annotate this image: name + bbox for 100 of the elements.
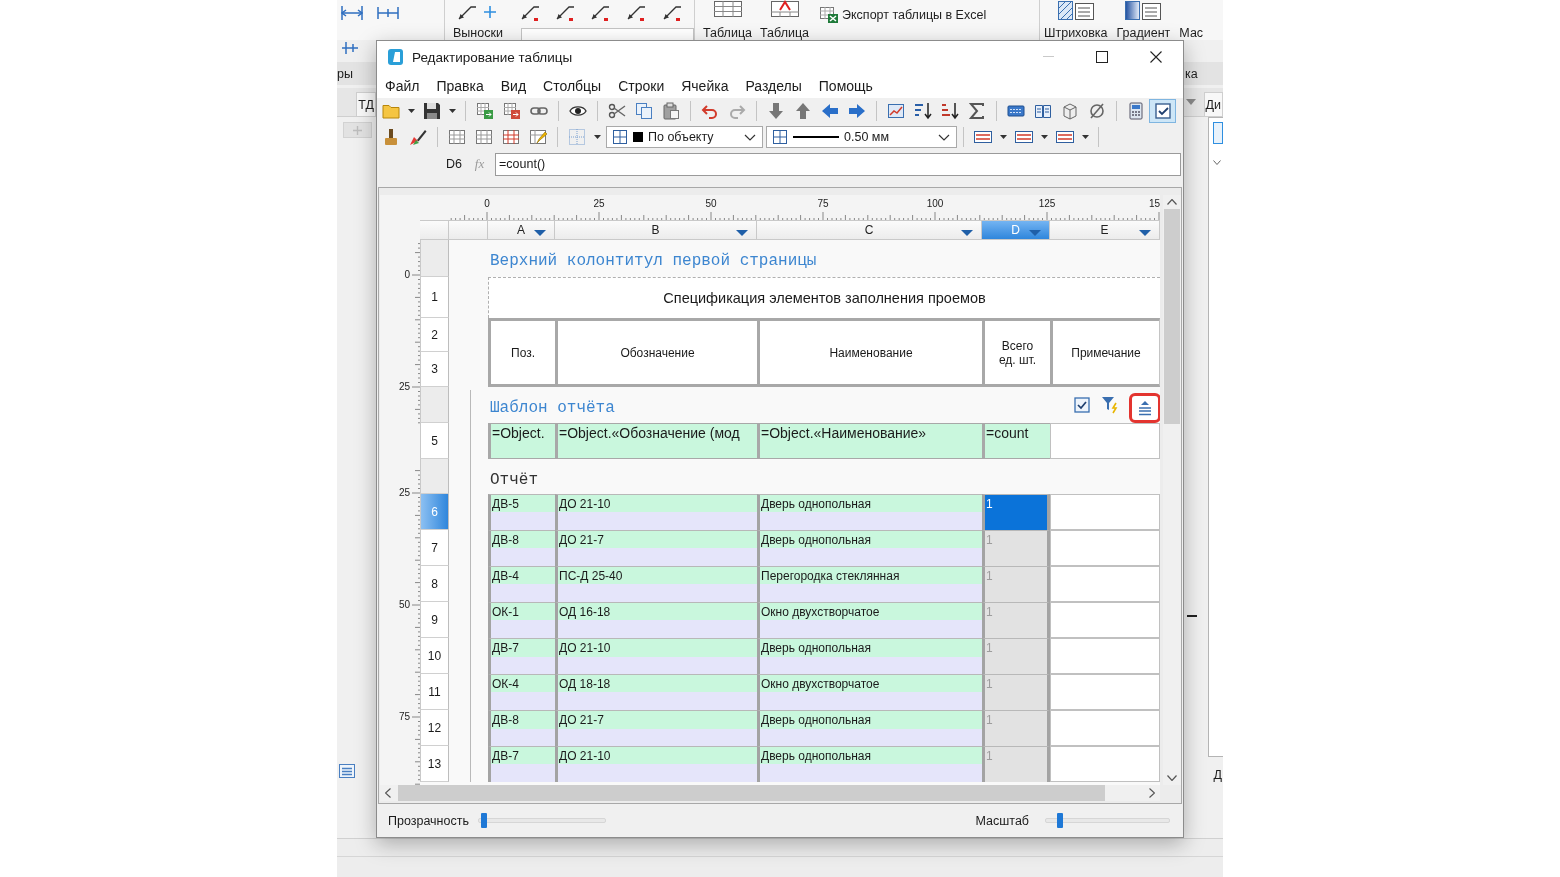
scrollbar-track[interactable]: [1163, 195, 1181, 785]
table-cell[interactable]: ДВ-5: [488, 494, 555, 530]
scissors-icon[interactable]: [607, 102, 626, 120]
table-cell[interactable]: Окно двухстворчатое: [757, 602, 982, 638]
line-dropdown[interactable]: 0.50 мм: [766, 126, 957, 148]
chevron-up-icon[interactable]: [1167, 199, 1177, 205]
menu-item[interactable]: Файл: [385, 77, 420, 94]
slider-thumb[interactable]: [1056, 813, 1063, 828]
table-arrow-icon[interactable]: [475, 102, 494, 120]
panel-tab[interactable]: Д: [1213, 768, 1222, 782]
ribbon-button[interactable]: Градиент: [1116, 0, 1171, 40]
row-header[interactable]: 2: [420, 318, 449, 352]
arrow-down-icon[interactable]: [766, 102, 785, 120]
table-icon[interactable]: [447, 128, 466, 146]
checkbox-icon[interactable]: [1074, 397, 1090, 413]
row-header[interactable]: 9: [420, 602, 449, 638]
sort-icon[interactable]: [913, 102, 932, 120]
table-cell[interactable]: ДВ-7: [488, 638, 555, 674]
table-cell[interactable]: =Object.«Обозначение (мод: [555, 423, 757, 459]
row-header[interactable]: 1: [420, 277, 449, 318]
table-cell[interactable]: 1: [982, 494, 1050, 530]
cube-icon[interactable]: [1060, 102, 1079, 120]
table-cell[interactable]: [1050, 638, 1160, 674]
lines-icon[interactable]: [972, 128, 993, 146]
table-cell[interactable]: ПС-Д 25-40: [555, 566, 757, 602]
row-header[interactable]: 7: [420, 530, 449, 566]
table-cell[interactable]: [1050, 530, 1160, 566]
slider-thumb[interactable]: [481, 813, 488, 828]
table-cell[interactable]: ДВ-7: [488, 746, 555, 782]
table-cell[interactable]: ДВ-8: [488, 530, 555, 566]
dimension-icon[interactable]: [341, 5, 363, 21]
table-cell[interactable]: Окно двухстворчатое: [757, 674, 982, 710]
caret-icon[interactable]: [961, 229, 973, 236]
table-cell[interactable]: Дверь однопольная: [757, 638, 982, 674]
fill-dropdown[interactable]: По объекту: [606, 126, 763, 148]
table-cell[interactable]: ОК-1: [488, 602, 555, 638]
formula-input[interactable]: =count(): [495, 152, 1181, 176]
row-header[interactable]: 3: [420, 352, 449, 387]
row-header[interactable]: 8: [420, 566, 449, 602]
menu-item[interactable]: Столбцы: [543, 77, 602, 94]
book-icon[interactable]: [1033, 102, 1052, 120]
ribbon-button[interactable]: Таблица: [703, 0, 752, 40]
arrow-right-icon[interactable]: [847, 102, 866, 120]
table-icon[interactable]: [501, 128, 520, 146]
table-cell[interactable]: ДО 21-10: [555, 494, 757, 530]
table-cell[interactable]: Дверь однопольная: [757, 710, 982, 746]
dimension-icon[interactable]: [341, 40, 359, 56]
table-cell[interactable]: [1050, 602, 1160, 638]
sort-icon[interactable]: [940, 102, 959, 120]
calculator-icon[interactable]: [1126, 102, 1145, 120]
arrow-up-icon[interactable]: [793, 102, 812, 120]
table-cell[interactable]: Дверь однопольная: [757, 494, 982, 530]
keyboard-icon[interactable]: [1006, 102, 1025, 120]
caret-icon[interactable]: [1081, 135, 1089, 139]
chevron-right-icon[interactable]: [1149, 788, 1155, 798]
clipboard-icon[interactable]: [661, 102, 680, 120]
table-cell[interactable]: ДО 21-7: [555, 710, 757, 746]
menu-item[interactable]: Строки: [618, 77, 665, 94]
lines-icon[interactable]: [1013, 128, 1034, 146]
table-cell[interactable]: ДО 21-10: [555, 638, 757, 674]
maximize-icon[interactable]: [1096, 51, 1108, 63]
table-pencil-icon[interactable]: [528, 128, 547, 146]
chart-icon[interactable]: [886, 102, 905, 120]
table-cell[interactable]: ДВ-8: [488, 710, 555, 746]
ribbon-button[interactable]: Штриховка: [1044, 0, 1108, 40]
leader-icon[interactable]: [662, 3, 682, 21]
lines-icon[interactable]: [1054, 128, 1075, 146]
ribbon-button[interactable]: Таблица: [760, 0, 810, 40]
caret-icon[interactable]: [593, 135, 601, 139]
ribbon-button[interactable]: Мас: [1179, 0, 1204, 40]
panel-tab[interactable]: Ди: [1203, 92, 1223, 116]
chevron-left-icon[interactable]: [385, 788, 391, 798]
table-cell[interactable]: ОК-4: [488, 674, 555, 710]
table-cell[interactable]: Перегородка стеклянная: [757, 566, 982, 602]
table-arrow-icon[interactable]: [502, 102, 521, 120]
table-icon[interactable]: [474, 128, 493, 146]
column-header[interactable]: B: [555, 220, 757, 240]
caret-icon[interactable]: [448, 109, 456, 113]
leader-icon[interactable]: [555, 3, 575, 21]
menu-item[interactable]: Помощь: [818, 77, 873, 94]
column-header[interactable]: E: [1050, 220, 1160, 240]
leader-icon[interactable]: [626, 3, 646, 21]
scrollbar-thumb[interactable]: [1164, 209, 1180, 424]
table-cell[interactable]: =Object.: [488, 423, 555, 459]
row-header[interactable]: 11: [420, 674, 449, 710]
brush-icon[interactable]: [408, 128, 427, 146]
table-cell[interactable]: [1050, 746, 1160, 782]
column-header[interactable]: C: [757, 220, 982, 240]
toggle-button[interactable]: [1149, 99, 1176, 123]
table-cell[interactable]: Дверь однопольная: [757, 746, 982, 782]
row-header[interactable]: 13: [420, 746, 449, 782]
caret-icon[interactable]: [534, 229, 546, 236]
ribbon-button[interactable]: Экспорт таблицы в Excel: [819, 6, 987, 24]
table-cell[interactable]: Дверь однопольная: [757, 530, 982, 566]
table-cell[interactable]: =Object.«Наименование»: [757, 423, 982, 459]
caret-icon[interactable]: [407, 109, 415, 113]
leader-icon[interactable]: [520, 3, 540, 21]
menu-item[interactable]: Разделы: [745, 77, 802, 94]
sum-icon[interactable]: [967, 102, 986, 120]
panel-icon[interactable]: [1213, 122, 1223, 144]
